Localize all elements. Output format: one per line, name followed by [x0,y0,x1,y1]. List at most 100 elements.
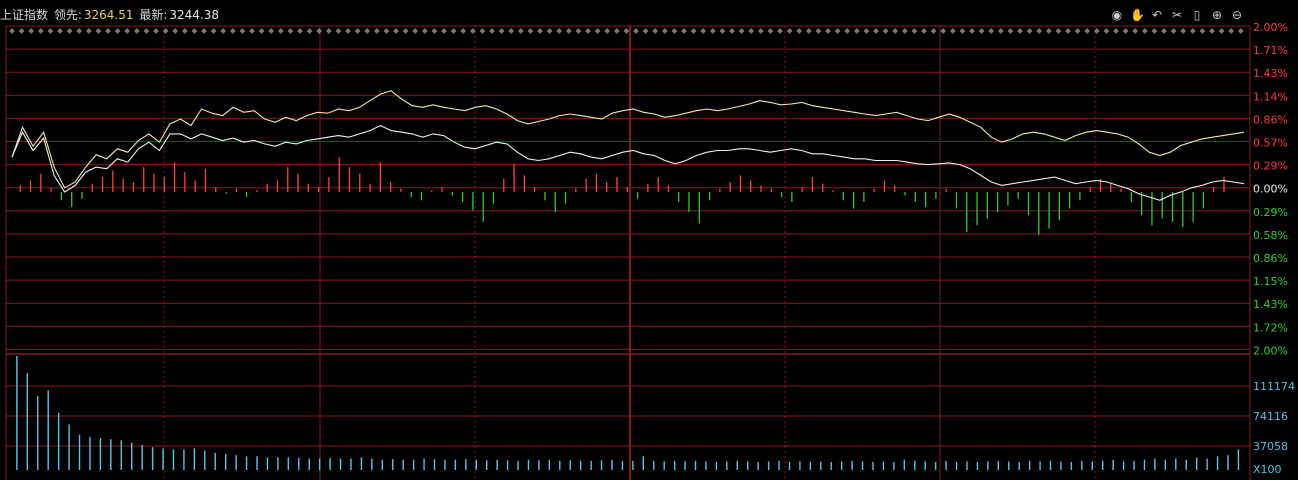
volume-bar [1122,461,1125,470]
marker-diamond [287,28,294,34]
breadth-bar [894,185,896,192]
volume-bar [433,459,436,470]
marker-diamond [354,28,361,34]
breadth-bar [1182,192,1184,227]
breadth-bar [606,182,608,192]
marker-diamond [796,28,803,34]
volume-bar [1206,458,1208,470]
marker-diamond [719,28,726,34]
marker-diamond [834,28,841,34]
intraday-chart: 2.00% 1.71% 1.43% 1.14% 0.86% 0.57% 0.29% 0.00%… [5,21,1295,480]
breadth-bar [122,178,124,192]
marker-diamond [959,28,966,34]
marker-diamond [191,28,198,34]
volume-bar [1091,461,1093,470]
breadth-bar [112,170,114,192]
volume-bar [694,460,697,470]
marker-diamond [450,28,457,34]
marker-diamond [297,28,303,34]
marker-diamond [911,28,918,34]
marker-diamond [1065,28,1071,34]
breadth-bar [1120,188,1122,192]
breadth-bar [688,192,690,212]
breadth-bar [822,183,824,192]
marker-diamond [1113,28,1119,34]
volume-tick-label: 111174 [1253,380,1295,393]
marker-diamond [1045,28,1052,34]
breadth-bar [91,183,93,192]
volume-bar [538,460,540,470]
breadth-bar [1202,192,1205,209]
breadth-bar [1068,192,1071,209]
price-line [11,124,1245,201]
volume-bar [1070,462,1073,470]
breadth-bar [564,192,567,204]
marker-diamond [277,28,284,34]
breadth-bar [328,177,330,192]
marker-diamond [786,28,793,34]
breadth-bar [1223,177,1225,192]
breadth-bar [698,192,700,224]
volume-bar [454,459,457,470]
volume-bar [277,457,279,470]
volume-bar [26,373,29,470]
marker-diamond [105,28,111,34]
marker-diamond [153,28,159,34]
marker-diamond [345,28,351,34]
marker-diamond [604,28,611,34]
breadth-bar [811,177,814,192]
marker-diamond [556,28,563,34]
breadth-bar [441,187,443,192]
volume-bar [914,460,916,470]
breadth-bar [1048,192,1050,229]
marker-diamond [57,28,63,34]
breadth-bar [40,173,42,192]
volume-bar [976,462,979,470]
breadth-bar [101,177,104,192]
marker-diamond [1218,28,1225,34]
breadth-bar [750,180,752,192]
volume-bar [141,444,143,470]
marker-diamond [37,28,44,34]
marker-diamond [729,28,735,34]
breadth-bar [667,185,670,192]
breadth-bar [1213,187,1215,192]
pct-tick-label: 0.58% [1253,229,1288,242]
breadth-bar [482,192,484,222]
volume-bar [955,462,958,470]
marker-diamond [671,28,678,34]
marker-diamond [28,28,35,34]
volume-bar [799,461,801,470]
volume-bar [475,459,477,470]
breadth-bar [472,192,474,211]
volume-bar [705,461,707,470]
marker-diamond [249,28,255,34]
marker-diamond [1237,28,1244,34]
marker-diamond [949,28,956,34]
volume-bar [423,458,425,470]
breadth-bar [369,183,371,192]
breadth-bar [719,188,721,192]
marker-diamond [220,28,227,34]
breadth-bar [431,190,433,192]
volume-bar [987,461,989,470]
volume-bar [1164,459,1167,470]
volume-bar [747,461,749,470]
marker-diamond [431,28,438,34]
marker-diamond [537,28,543,34]
marker-diamond [364,28,371,34]
volume-bar [37,395,39,470]
marker-diamond [489,28,495,34]
breadth-bar [287,167,289,192]
volume-bar [465,459,467,470]
volume-bar [1049,460,1052,470]
volume-bar [1028,460,1031,470]
breadth-bar [1027,192,1030,216]
marker-diamond [210,28,217,34]
volume-bar [882,461,885,470]
volume-bar [151,447,154,470]
marker-diamond [1074,28,1081,34]
breadth-bar [235,188,237,192]
volume-tick-label: 74116 [1253,410,1288,423]
marker-diamond [517,28,524,34]
